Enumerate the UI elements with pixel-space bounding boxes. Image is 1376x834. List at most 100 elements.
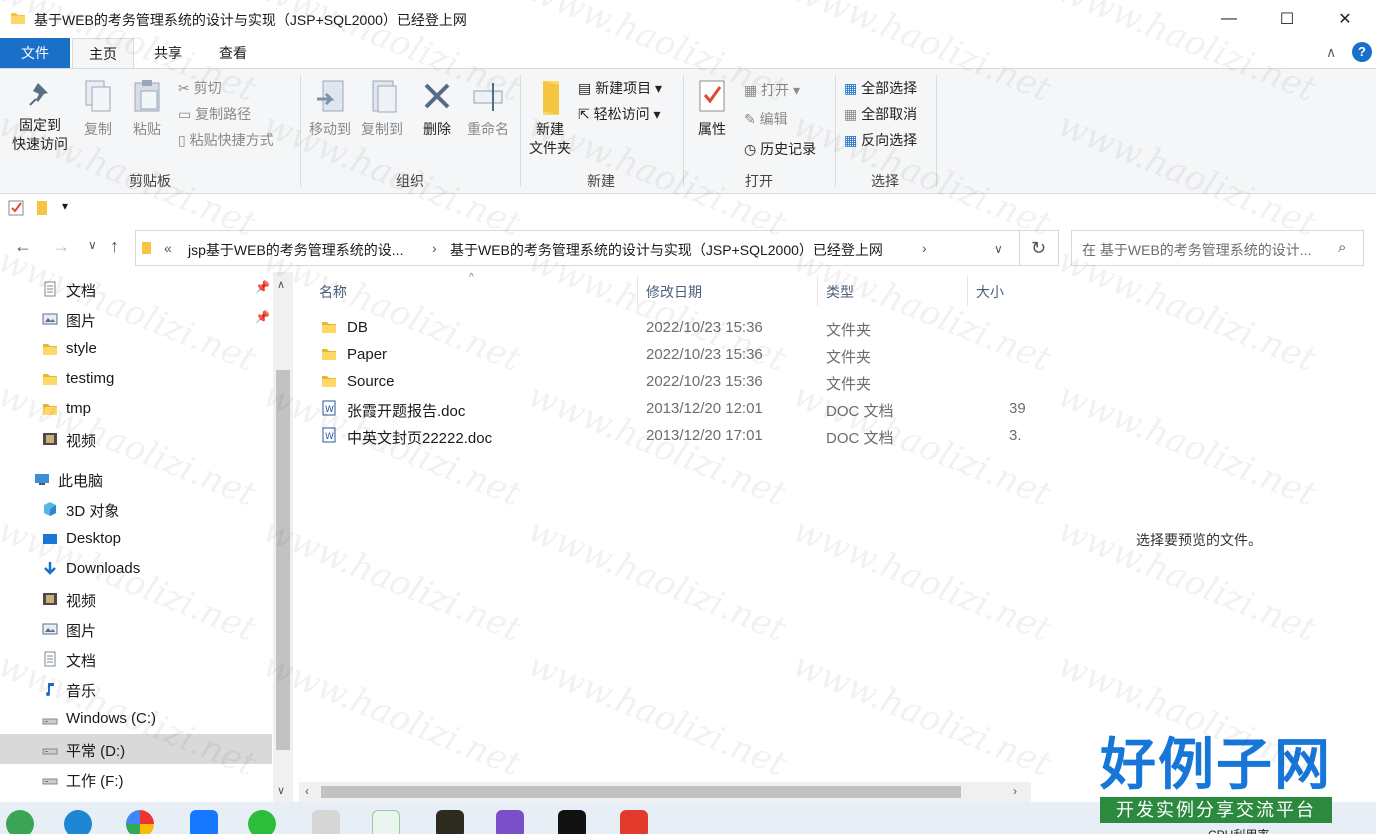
nav-item[interactable]: 视频 <box>0 584 272 614</box>
tab-share[interactable]: 共享 <box>138 38 198 68</box>
search-box[interactable]: 在 基于WEB的考务管理系统的设计... ⌕ <box>1071 230 1364 266</box>
copy-button[interactable]: 复制 <box>78 79 118 139</box>
nav-item[interactable]: 图片 📌 <box>0 304 272 334</box>
table-row[interactable]: Paper 2022/10/23 15:36 文件夹 <box>319 341 1031 368</box>
properties-button[interactable]: 属性 <box>690 79 734 139</box>
nav-item[interactable]: 图片 <box>0 614 272 644</box>
edge-icon[interactable] <box>64 810 92 834</box>
nav-item[interactable]: 工作 (F:) <box>0 764 272 794</box>
help-icon[interactable]: ? <box>1352 42 1372 62</box>
history-button[interactable]: ◷ 历史记录 <box>744 139 816 159</box>
nav-item[interactable]: 平常 (D:) <box>0 734 272 764</box>
table-row[interactable]: W 中英文封页22222.doc 2013/12/20 17:01 DOC 文档 3. <box>319 422 1031 449</box>
taskbar-app-icon[interactable] <box>6 810 34 834</box>
taskbar-app-icon[interactable] <box>436 810 464 834</box>
scroll-right-icon[interactable]: › <box>1013 784 1017 798</box>
column-divider[interactable] <box>967 276 968 306</box>
breadcrumb-chevron-icon[interactable]: › <box>432 240 437 256</box>
cut-button[interactable]: ✂ 剪切 <box>178 78 222 98</box>
column-header-name[interactable]: 名称 <box>319 282 347 302</box>
taskbar-chat-app-icon[interactable] <box>372 810 400 834</box>
nav-item[interactable]: 此电脑 <box>0 464 272 494</box>
breadcrumb-chevron-icon[interactable]: › <box>922 240 927 256</box>
horizontal-scroll-thumb[interactable] <box>321 786 961 798</box>
select-all-button[interactable]: ▦ 全部选择 <box>844 78 917 98</box>
properties-check-icon[interactable] <box>8 200 24 216</box>
horizontal-scrollbar[interactable]: ‹ › <box>299 782 1031 802</box>
rename-button[interactable]: 重命名 <box>462 79 514 139</box>
taskbar-star-app-icon[interactable] <box>190 810 218 834</box>
scroll-up-icon[interactable]: ∧ <box>277 278 285 291</box>
paste-button[interactable]: 粘贴 <box>126 79 168 139</box>
refresh-button[interactable]: ↻ <box>1019 230 1059 266</box>
nav-scrollbar[interactable]: ∧ ∨ <box>273 272 293 802</box>
table-row[interactable]: DB 2022/10/23 15:36 文件夹 <box>319 314 1031 341</box>
table-row[interactable]: W 张霞开题报告.doc 2013/12/20 12:01 DOC 文档 39 <box>319 395 1031 422</box>
nav-item[interactable]: Windows (C:) <box>0 704 272 734</box>
column-header-size[interactable]: 大小 <box>976 282 1004 302</box>
new-folder-icon[interactable] <box>34 200 50 216</box>
customize-toolbar-icon[interactable]: ▾ <box>62 199 68 213</box>
maximize-button[interactable]: ☐ <box>1258 0 1316 38</box>
back-arrow-icon[interactable]: ← <box>14 236 32 257</box>
select-none-button[interactable]: ▦ 全部取消 <box>844 104 917 124</box>
cell-name: 张霞开题报告.doc <box>347 403 466 420</box>
delete-button[interactable]: 删除 <box>416 79 458 139</box>
taskbar-app-icon[interactable] <box>312 810 340 834</box>
copy-path-button[interactable]: ▭ 复制路径 <box>178 104 251 124</box>
recent-locations-icon[interactable]: ∨ <box>88 238 97 252</box>
table-row[interactable]: Source 2022/10/23 15:36 文件夹 <box>319 368 1031 395</box>
pin-to-quick-access-button[interactable]: 固定到 快速访问 <box>6 79 74 154</box>
nav-scroll-thumb[interactable] <box>276 370 290 750</box>
paste-shortcut-button[interactable]: ▯ 粘贴快捷方式 <box>178 130 274 150</box>
wps-icon[interactable] <box>620 810 648 834</box>
minimize-button[interactable]: — <box>1200 0 1258 38</box>
edit-button[interactable]: ✎ 编辑 <box>744 109 788 129</box>
forward-arrow-icon[interactable]: → <box>52 236 70 257</box>
nav-item[interactable]: 音乐 <box>0 674 272 704</box>
tab-file[interactable]: 文件 <box>0 38 70 68</box>
breadcrumb-item-current[interactable]: 基于WEB的考务管理系统的设计与实现（JSP+SQL2000）已经登上网 <box>450 240 883 260</box>
title-bar: 基于WEB的考务管理系统的设计与实现（JSP+SQL2000）已经登上网 — ☐… <box>0 0 1376 38</box>
nav-item[interactable]: style <box>0 334 272 364</box>
breadcrumb-item-parent[interactable]: jsp基于WEB的考务管理系统的设... <box>188 240 403 260</box>
easy-access-button[interactable]: ⇱ 轻松访问 ▾ <box>578 104 661 124</box>
scroll-down-icon[interactable]: ∨ <box>277 784 285 797</box>
open-button[interactable]: ▦ 打开 ▾ <box>744 80 800 100</box>
up-arrow-icon[interactable]: ↑ <box>110 236 119 257</box>
tab-home[interactable]: 主页 <box>72 38 134 68</box>
nav-item-label: Downloads <box>66 560 141 577</box>
close-button[interactable]: ✕ <box>1316 0 1374 38</box>
nav-item[interactable]: Desktop <box>0 524 272 554</box>
address-dropdown-icon[interactable]: ∨ <box>994 242 1003 256</box>
pin-icon[interactable]: 📌 <box>255 310 270 324</box>
column-header-type[interactable]: 类型 <box>826 282 854 302</box>
invert-selection-button[interactable]: ▦ 反向选择 <box>844 130 917 150</box>
nav-item[interactable]: 视频 <box>0 424 272 454</box>
nav-item[interactable]: tmp <box>0 394 272 424</box>
jetbrains-icon[interactable] <box>558 810 586 834</box>
move-to-button[interactable]: 移动到 <box>304 79 356 139</box>
tab-view[interactable]: 查看 <box>203 38 263 68</box>
visual-studio-icon[interactable] <box>496 810 524 834</box>
dropdown-arrow-icon: ▾ <box>789 82 801 98</box>
column-header-date[interactable]: 修改日期 <box>646 282 702 302</box>
paste-label: 粘贴 <box>133 121 161 137</box>
copy-to-button[interactable]: 复制到 <box>356 79 408 139</box>
column-divider[interactable] <box>817 276 818 306</box>
address-bar[interactable]: « jsp基于WEB的考务管理系统的设... › 基于WEB的考务管理系统的设计… <box>135 230 1020 266</box>
nav-item[interactable]: 文档 <box>0 644 272 674</box>
breadcrumb-overflow[interactable]: « <box>164 240 172 256</box>
column-divider[interactable] <box>637 276 638 306</box>
new-item-button[interactable]: ▤ 新建项目 ▾ <box>578 78 662 98</box>
nav-item[interactable]: 3D 对象 <box>0 494 272 524</box>
new-folder-button[interactable]: 新建 文件夹 <box>524 79 576 158</box>
pin-icon[interactable]: 📌 <box>255 280 270 294</box>
chrome-icon[interactable] <box>126 810 154 834</box>
nav-item[interactable]: 文档 📌 <box>0 274 272 304</box>
wechat-icon[interactable] <box>248 810 276 834</box>
nav-item[interactable]: testimg <box>0 364 272 394</box>
collapse-ribbon-icon[interactable]: ∧ <box>1326 44 1336 61</box>
scroll-left-icon[interactable]: ‹ <box>305 784 309 798</box>
nav-item[interactable]: Downloads <box>0 554 272 584</box>
